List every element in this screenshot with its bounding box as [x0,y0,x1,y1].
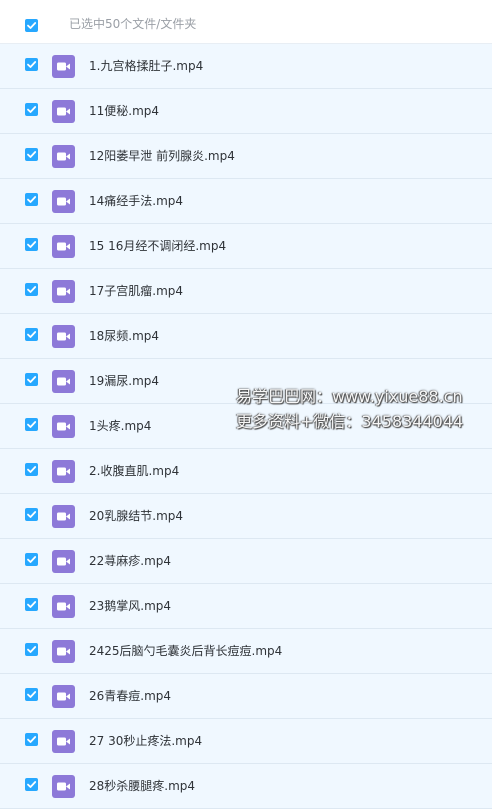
checkmark-icon [27,196,37,203]
file-checkbox[interactable] [25,598,38,611]
checkmark-icon [27,736,37,743]
file-name[interactable]: 20乳腺结节.mp4 [89,508,183,524]
video-file-icon [52,325,75,348]
checkmark-icon [27,151,37,158]
file-row[interactable]: 28秒杀腰腿疼.mp4 [0,764,492,809]
file-checkbox[interactable] [25,328,38,341]
checkmark-icon [27,421,37,428]
file-row[interactable]: 26青春痘.mp4 [0,674,492,719]
file-checkbox[interactable] [25,103,38,116]
video-file-icon [52,730,75,753]
video-file-icon [52,505,75,528]
file-name[interactable]: 27 30秒止疼法.mp4 [89,733,202,749]
checkmark-icon [27,376,37,383]
checkmark-icon [27,286,37,293]
file-name[interactable]: 28秒杀腰腿疼.mp4 [89,778,195,794]
file-name[interactable]: 11便秘.mp4 [89,103,159,119]
checkmark-icon [27,781,37,788]
file-row[interactable]: 23鹅掌风.mp4 [0,584,492,629]
file-row[interactable]: 15 16月经不调闭经.mp4 [0,224,492,269]
file-name[interactable]: 26青春痘.mp4 [89,688,171,704]
checkmark-icon [27,106,37,113]
file-row[interactable]: 1头疼.mp4 [0,404,492,449]
file-checkbox[interactable] [25,733,38,746]
file-name[interactable]: 23鹅掌风.mp4 [89,598,171,614]
video-file-icon [52,370,75,393]
selection-bar: 已选中50个文件/文件夹 [0,0,492,44]
video-file-icon [52,190,75,213]
file-name[interactable]: 1头疼.mp4 [89,418,151,434]
checkmark-icon [27,511,37,518]
file-checkbox[interactable] [25,688,38,701]
file-name[interactable]: 14痛经手法.mp4 [89,193,183,209]
file-row[interactable]: 1.九宫格揉肚子.mp4 [0,44,492,89]
file-row[interactable]: 22荨麻疹.mp4 [0,539,492,584]
video-file-icon [52,280,75,303]
file-name[interactable]: 17子宫肌瘤.mp4 [89,283,183,299]
video-file-icon [52,640,75,663]
file-checkbox[interactable] [25,283,38,296]
video-file-icon [52,460,75,483]
file-checkbox[interactable] [25,238,38,251]
file-checkbox[interactable] [25,373,38,386]
file-name[interactable]: 18尿频.mp4 [89,328,159,344]
file-name[interactable]: 15 16月经不调闭经.mp4 [89,238,226,254]
video-file-icon [52,775,75,798]
file-checkbox[interactable] [25,778,38,791]
video-file-icon [52,100,75,123]
file-name[interactable]: 2.收腹直肌.mp4 [89,463,179,479]
file-row[interactable]: 27 30秒止疼法.mp4 [0,719,492,764]
video-file-icon [52,550,75,573]
file-row[interactable]: 20乳腺结节.mp4 [0,494,492,539]
file-row[interactable]: 11便秘.mp4 [0,89,492,134]
file-name[interactable]: 1.九宫格揉肚子.mp4 [89,58,203,74]
file-checkbox[interactable] [25,193,38,206]
checkmark-icon [27,22,37,29]
select-all-checkbox[interactable] [25,19,38,32]
file-checkbox[interactable] [25,58,38,71]
file-checkbox[interactable] [25,148,38,161]
file-checkbox[interactable] [25,508,38,521]
checkmark-icon [27,331,37,338]
video-file-icon [52,235,75,258]
file-row[interactable]: 19漏尿.mp4 [0,359,492,404]
checkmark-icon [27,691,37,698]
file-row[interactable]: 2.收腹直肌.mp4 [0,449,492,494]
file-row[interactable]: 18尿频.mp4 [0,314,492,359]
file-checkbox[interactable] [25,463,38,476]
video-file-icon [52,415,75,438]
checkmark-icon [27,241,37,248]
selection-count-label: 已选中50个文件/文件夹 [69,17,197,31]
video-file-icon [52,55,75,78]
file-checkbox[interactable] [25,643,38,656]
file-name[interactable]: 19漏尿.mp4 [89,373,159,389]
file-list: 1.九宫格揉肚子.mp4 11便秘.mp4 12阳萎早泄 前列腺炎.mp4 14痛经手… [0,44,492,809]
file-checkbox[interactable] [25,418,38,431]
checkmark-icon [27,646,37,653]
file-name[interactable]: 12阳萎早泄 前列腺炎.mp4 [89,148,235,164]
file-name[interactable]: 2425后脑勺毛囊炎后背长痘痘.mp4 [89,643,282,659]
file-row[interactable]: 2425后脑勺毛囊炎后背长痘痘.mp4 [0,629,492,674]
checkmark-icon [27,601,37,608]
checkmark-icon [27,556,37,563]
file-row[interactable]: 14痛经手法.mp4 [0,179,492,224]
video-file-icon [52,145,75,168]
checkmark-icon [27,61,37,68]
file-row[interactable]: 17子宫肌瘤.mp4 [0,269,492,314]
checkmark-icon [27,466,37,473]
video-file-icon [52,685,75,708]
video-file-icon [52,595,75,618]
file-checkbox[interactable] [25,553,38,566]
file-name[interactable]: 22荨麻疹.mp4 [89,553,171,569]
file-row[interactable]: 12阳萎早泄 前列腺炎.mp4 [0,134,492,179]
